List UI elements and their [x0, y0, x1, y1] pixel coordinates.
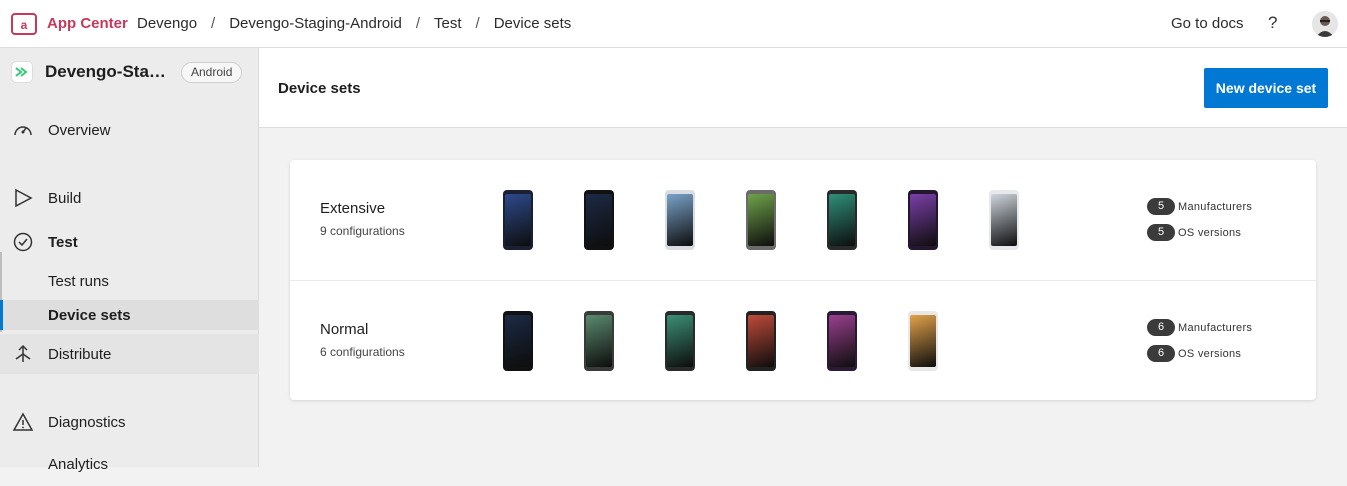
sidebar-item-analytics[interactable]: Analytics	[0, 446, 259, 486]
os-count-badge: 6	[1147, 345, 1175, 363]
sidebar-item-label: Diagnostics	[48, 414, 126, 431]
breadcrumb-page: Device sets	[493, 15, 572, 32]
breadcrumb-separator: /	[415, 15, 421, 32]
device-phone-thumbnail	[746, 311, 776, 371]
device-set-name: Extensive	[320, 200, 386, 217]
device-sets-card: Extensive 9 configurations 5 Manufacturer…	[290, 160, 1316, 400]
sidebar-item-label: Build	[48, 190, 82, 207]
os-versions-label: OS versions	[1178, 226, 1242, 239]
sidebar-item-label: Test runs	[48, 273, 109, 290]
device-phone-thumbnail	[827, 311, 857, 371]
devengo-logo-icon	[15, 67, 28, 77]
device-set-configurations: 9 configurations	[320, 224, 405, 238]
help-icon[interactable]: ?	[1268, 13, 1277, 33]
device-set-row[interactable]: Extensive 9 configurations 5 Manufacturer…	[290, 160, 1316, 280]
device-phone-thumbnail	[584, 311, 614, 371]
new-device-set-button[interactable]: New device set	[1204, 68, 1328, 108]
breadcrumb-separator: /	[475, 15, 480, 32]
gauge-icon	[14, 126, 32, 136]
manufacturers-count-badge: 5	[1147, 198, 1175, 216]
device-phone-thumbnail	[665, 190, 695, 250]
os-versions-stat: 5 OS versions	[1147, 224, 1241, 242]
device-screen	[829, 315, 855, 367]
device-set-row[interactable]: Normal 6 configurations 6 Manufacturers 6…	[290, 280, 1316, 400]
docs-link[interactable]: Go to docs	[1171, 15, 1244, 32]
device-phone-thumbnail	[908, 190, 938, 250]
device-phone-thumbnail	[908, 311, 938, 371]
check-circle-icon	[13, 232, 33, 252]
device-screen	[586, 194, 612, 246]
device-screen	[505, 194, 531, 246]
top-bar: a App Center Devengo / Devengo-Staging-A…	[0, 0, 1347, 48]
sidebar-item-label: Device sets	[48, 307, 131, 324]
device-screen	[910, 315, 936, 367]
manufacturers-stat: 5 Manufacturers	[1147, 198, 1252, 216]
os-badge: Android	[181, 62, 243, 83]
device-screen	[910, 194, 936, 246]
breadcrumb-separator: /	[211, 15, 216, 32]
svg-text:a: a	[21, 18, 28, 32]
breadcrumb-app[interactable]: Devengo-Staging-Android	[229, 15, 402, 32]
page-title: Device sets	[278, 80, 361, 97]
device-screen	[505, 315, 531, 367]
device-screen	[748, 315, 774, 367]
sidebar-item-overview[interactable]: Overview	[0, 110, 259, 150]
device-phone-thumbnail	[503, 190, 533, 250]
device-phone-thumbnail	[827, 190, 857, 250]
device-screen	[667, 315, 693, 367]
sidebar-item-label: Distribute	[48, 346, 112, 363]
manufacturers-label: Manufacturers	[1178, 321, 1253, 334]
sidebar-item-distribute[interactable]: Distribute	[0, 334, 259, 374]
device-phone-thumbnail	[503, 311, 533, 371]
sidebar-item-label: Test	[48, 234, 78, 251]
device-phone-thumbnail	[989, 190, 1019, 250]
warning-icon	[12, 412, 34, 431]
sidebar-item-test[interactable]: Test	[0, 222, 259, 262]
device-screen	[667, 194, 693, 246]
manufacturers-count-badge: 6	[1147, 319, 1175, 337]
avatar-icon	[1312, 11, 1338, 37]
os-versions-stat: 6 OS versions	[1147, 345, 1241, 363]
app-switcher[interactable]: Devengo-Stagi… Android	[0, 48, 259, 96]
sidebar-item-label: Analytics	[48, 456, 109, 473]
device-phone-thumbnail	[665, 311, 695, 371]
device-phone-thumbnail	[746, 190, 776, 250]
app-icon	[11, 61, 33, 83]
play-icon	[15, 188, 33, 208]
sidebar-item-build[interactable]: Build	[0, 178, 259, 218]
sidebar-item-label: Overview	[48, 122, 111, 139]
user-avatar[interactable]	[1312, 11, 1338, 37]
device-screen	[748, 194, 774, 246]
breadcrumb: Devengo / Devengo-Staging-Android / Test…	[137, 15, 571, 32]
device-set-name: Normal	[320, 321, 369, 338]
device-screen	[991, 194, 1017, 246]
sidebar-item-device-sets[interactable]: Device sets	[0, 300, 259, 330]
app-name: Devengo-Stagi…	[45, 62, 175, 81]
device-set-configurations: 6 configurations	[320, 345, 405, 359]
device-phone-thumbnail	[584, 190, 614, 250]
manufacturers-stat: 6 Manufacturers	[1147, 319, 1252, 337]
breadcrumb-section[interactable]: Test	[434, 15, 462, 32]
sidebar-item-diagnostics[interactable]: Diagnostics	[0, 402, 259, 442]
os-versions-label: OS versions	[1178, 347, 1242, 360]
brand-name[interactable]: App Center	[47, 15, 128, 32]
content-header: Device sets New device set	[259, 48, 1347, 128]
sidebar: Devengo-Stagi… Android Overview Build Te…	[0, 48, 259, 473]
breadcrumb-org[interactable]: Devengo	[137, 15, 197, 32]
distribute-icon	[15, 344, 31, 362]
os-count-badge: 5	[1147, 224, 1175, 242]
device-screen	[586, 315, 612, 367]
active-indicator	[0, 300, 3, 330]
app-center-logo-icon[interactable]: a	[11, 12, 37, 36]
sidebar-item-test-runs[interactable]: Test runs	[0, 266, 259, 296]
device-screen	[829, 194, 855, 246]
manufacturers-label: Manufacturers	[1178, 200, 1253, 213]
